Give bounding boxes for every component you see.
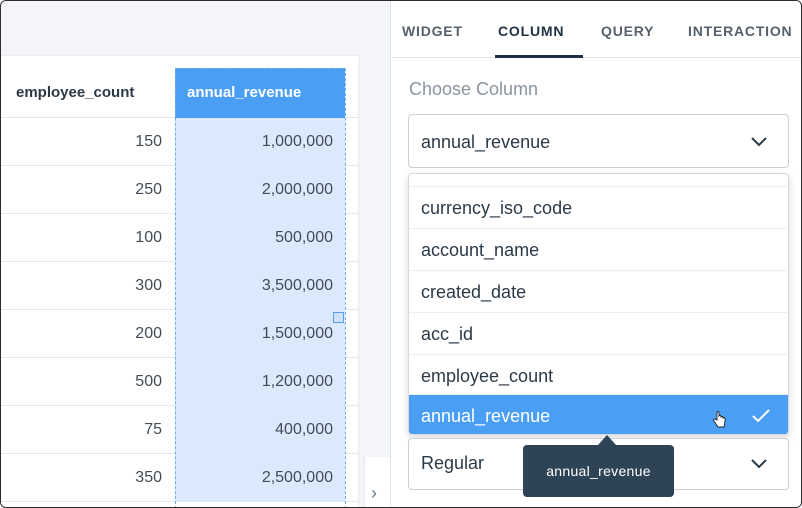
chevron-right-icon: ›	[371, 483, 377, 503]
cell-annual-revenue: 400,000	[175, 406, 345, 454]
cell-annual-revenue: 1,200,000	[175, 358, 345, 406]
cell-annual-revenue: 2,000,000	[175, 166, 345, 214]
choose-column-label: Choose Column	[409, 79, 539, 99]
cell-annual-revenue: 500,000	[175, 214, 345, 262]
active-tab-indicator	[495, 55, 583, 58]
dropdown-option[interactable]: currency_iso_code	[409, 186, 788, 228]
dropdown-option[interactable]: created_date	[409, 270, 788, 312]
column-resize-handle[interactable]	[333, 312, 344, 323]
cell-annual-revenue: 1,000,000	[175, 118, 345, 166]
option-label: employee_count	[421, 366, 554, 386]
column-dropdown-menu: ​ currency_iso_code account_name created…	[408, 173, 789, 435]
chevron-down-icon	[751, 459, 767, 469]
dropdown-option[interactable]: account_name	[409, 228, 788, 270]
dropdown-option[interactable]: acc_id	[409, 312, 788, 354]
cell-employee-count: 300	[135, 277, 162, 294]
column-select-value: annual_revenue	[421, 132, 551, 152]
cell-employee-count: 150	[135, 133, 162, 150]
table-row: 500 1,200,000	[1, 358, 358, 406]
table-row: 75 400,000	[1, 406, 358, 454]
table-row: 200 1,500,000	[1, 310, 358, 358]
header-annual-revenue[interactable]: annual_revenue	[175, 68, 345, 118]
option-label: currency_iso_code	[421, 198, 573, 218]
dropdown-scroll-peek: ​	[409, 174, 788, 186]
table-row: 100 500,000	[1, 214, 358, 262]
cell-employee-count: 350	[135, 469, 162, 486]
table-header: employee_count annual_revenue	[1, 68, 358, 118]
tab-interaction[interactable]: INTERACTION	[688, 1, 792, 58]
chevron-down-icon	[751, 137, 767, 147]
table-row: 300 3,500,000	[1, 262, 358, 310]
cell-annual-revenue: 2,500,000	[175, 454, 345, 502]
tooltip-arrow	[598, 435, 616, 445]
tab-query[interactable]: QUERY	[601, 1, 654, 58]
cell-employee-count: 200	[135, 325, 162, 342]
table-row: 350 2,500,000	[1, 454, 358, 502]
dropdown-option[interactable]: employee_count	[409, 354, 788, 396]
tab-column[interactable]: COLUMN	[498, 1, 564, 58]
cell-employee-count: 75	[144, 421, 162, 438]
app-window: employee_count annual_revenue 150 1,000,…	[0, 0, 802, 508]
cell-employee-count: 100	[135, 229, 162, 246]
option-label: acc_id	[421, 324, 474, 344]
tooltip: annual_revenue	[523, 445, 674, 497]
cell-annual-revenue: 3,500,000	[175, 262, 345, 310]
column-select[interactable]: annual_revenue	[408, 114, 789, 168]
check-icon	[752, 409, 770, 423]
canvas-background	[1, 1, 390, 56]
dropdown-option-selected[interactable]: annual_revenue	[409, 394, 788, 434]
option-label: account_name	[421, 240, 540, 260]
option-label: annual_revenue	[421, 406, 551, 426]
table-row: 150 1,000,000	[1, 118, 358, 166]
settings-panel: WIDGET COLUMN QUERY INTERACTION Choose C…	[390, 1, 801, 507]
option-label: created_date	[421, 282, 527, 302]
hand-cursor-icon	[713, 411, 726, 428]
format-select-value: Regular	[421, 453, 485, 473]
cell-employee-count: 250	[135, 181, 162, 198]
header-employee-count[interactable]: employee_count	[1, 68, 175, 118]
table-row: 250 2,000,000	[1, 166, 358, 214]
table-widget[interactable]: employee_count annual_revenue 150 1,000,…	[1, 56, 358, 507]
tab-widget[interactable]: WIDGET	[402, 1, 463, 58]
panel-tabs: WIDGET COLUMN QUERY INTERACTION	[391, 1, 801, 58]
panel-toggle-button[interactable]: ›	[364, 457, 390, 507]
cell-annual-revenue: 1,500,000	[175, 310, 345, 358]
cell-employee-count: 500	[135, 373, 162, 390]
